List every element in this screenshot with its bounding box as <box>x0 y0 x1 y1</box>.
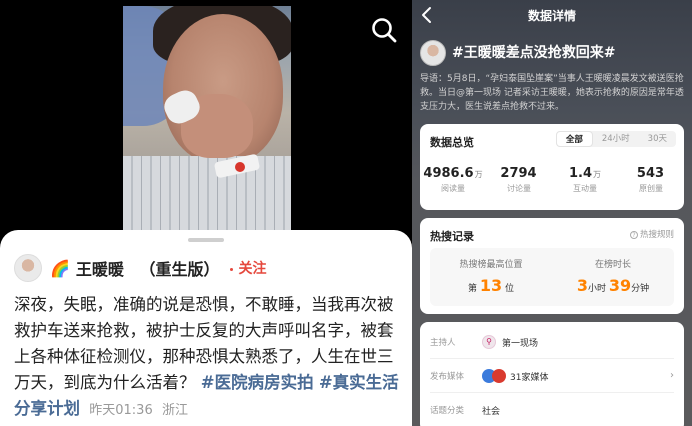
host-value-wrap[interactable]: ⚲ 第一现场 <box>482 335 538 349</box>
post-video[interactable] <box>123 6 291 244</box>
media-row[interactable]: 发布媒体 31家媒体 <box>430 366 548 386</box>
topic-header: 数据详情 <box>412 0 692 30</box>
peak-suffix: 位 <box>505 284 515 294</box>
peak-position: 热搜榜最高位置 第 13 位 <box>430 248 552 306</box>
follow-button[interactable]: 关注 <box>229 258 267 278</box>
duration-hours-unit: 小时 <box>587 284 606 294</box>
stat-interactions-value: 1.4 <box>568 166 593 181</box>
hot-search-panel: 热搜记录 ? 热搜规则 热搜榜最高位置 第 13 位 在榜时长 3小时 39分钟 <box>420 218 684 314</box>
post-card: 🌈 王暖暖 （重生版） 关注 深夜，失眠，准确的说是恐惧，不敢睡，当我再次被救护… <box>0 230 412 426</box>
avatar[interactable] <box>14 254 42 282</box>
stat-originals-value: 543 <box>636 166 665 181</box>
author-row: 🌈 王暖暖 （重生版） 关注 <box>14 254 267 282</box>
topic-avatar <box>420 40 446 66</box>
post-view: 🌈 王暖暖 （重生版） 关注 深夜，失眠，准确的说是恐惧，不敢睡，当我再次被救护… <box>0 0 412 426</box>
overview-title: 数据总览 <box>430 136 474 149</box>
topic-data-view: 数据详情 #王暖暖差点没抢救回来# 导语：5月8日，“孕妇泰国坠崖案”当事人王暖… <box>412 0 692 426</box>
on-list-duration: 在榜时长 3小时 39分钟 <box>552 248 674 306</box>
duration-label: 在榜时长 <box>594 260 631 270</box>
drag-handle[interactable] <box>188 238 224 242</box>
hot-search-rule-link[interactable]: ? 热搜规则 <box>629 228 674 240</box>
duration-hours: 3 <box>576 276 588 295</box>
stat-originals-label: 原创量 <box>639 184 663 193</box>
host-key: 主持人 <box>430 338 456 348</box>
stat-reads-unit: 万 <box>474 170 483 179</box>
stats-row: 4986.6万 阅读量 2794 讨论量 1.4万 互动量 543 原创量 <box>420 166 684 194</box>
stat-interactions: 1.4万 互动量 <box>552 166 618 194</box>
follow-label: 关注 <box>238 261 267 277</box>
host-value: 第一现场 <box>502 338 539 349</box>
duration-minutes: 39 <box>608 276 632 295</box>
rule-label: 热搜规则 <box>639 230 674 240</box>
search-icon[interactable] <box>370 16 398 44</box>
overview-panel: 数据总览 全部 24小时 30天 4986.6万 阅读量 2794 讨论量 1.… <box>420 124 684 210</box>
author-edition: （重生版） <box>139 260 220 279</box>
stat-reads-value: 4986.6 <box>423 166 474 181</box>
question-icon: ? <box>629 231 638 239</box>
author-name-text: 王暖暖 <box>75 260 124 279</box>
category-row: 话题分类 社会 <box>430 400 500 420</box>
peak-prefix: 第 <box>467 284 477 294</box>
media-logo-icon <box>492 369 506 383</box>
tab-all[interactable]: 全部 <box>555 131 593 147</box>
peak-label: 热搜榜最高位置 <box>459 260 523 270</box>
stat-discussions-label: 讨论量 <box>507 184 531 193</box>
hot-search-stats: 热搜榜最高位置 第 13 位 在榜时长 3小时 39分钟 <box>430 248 674 306</box>
divider <box>430 358 674 359</box>
topic-title: #王暖暖差点没抢救回来# <box>452 45 616 61</box>
duration-minutes-unit: 分钟 <box>631 284 650 294</box>
category-value: 社会 <box>482 406 501 417</box>
post-text: 深夜，失眠，准确的说是恐惧，不敢睡，当我再次被救护车送来抢救，被护士反复的大声呼… <box>14 292 402 424</box>
page-title: 数据详情 <box>527 9 576 23</box>
stat-interactions-label: 互动量 <box>573 184 597 193</box>
tab-30d[interactable]: 30天 <box>639 131 676 147</box>
stat-discussions: 2794 讨论量 <box>486 166 552 194</box>
topic-guide: 导语：5月8日，“孕妇泰国坠崖案”当事人王暖暖凌晨发文被送医抢救。当日@第一现场… <box>420 74 684 112</box>
hot-search-title: 热搜记录 <box>430 230 474 243</box>
stat-discussions-value: 2794 <box>500 166 537 181</box>
hashtag-link[interactable]: #医院病房实拍 <box>201 373 314 392</box>
stat-reads: 4986.6万 阅读量 <box>420 166 486 194</box>
peak-value: 13 <box>479 276 503 295</box>
host-row: 主持人 ⚲ 第一现场 <box>430 332 538 352</box>
topic-info-panel: 主持人 ⚲ 第一现场 发布媒体 31家媒体 › 话题分类 社会 <box>420 322 684 426</box>
post-location: 浙江 <box>161 403 188 418</box>
author-name[interactable]: 王暖暖 （重生版） <box>76 256 220 280</box>
rainbow-emoji: 🌈 <box>50 258 70 278</box>
media-value-wrap: 31家媒体 <box>482 369 548 383</box>
chevron-right-icon[interactable]: › <box>670 370 674 381</box>
tab-24h[interactable]: 24小时 <box>593 131 639 147</box>
post-time: 昨天01:36 <box>89 403 153 418</box>
category-key: 话题分类 <box>430 406 465 416</box>
stat-interactions-unit: 万 <box>593 170 602 179</box>
video-wristband-dot <box>235 162 245 172</box>
media-key: 发布媒体 <box>430 372 465 382</box>
follow-dot <box>229 267 233 271</box>
stat-originals: 543 原创量 <box>618 166 684 194</box>
host-icon: ⚲ <box>482 335 496 349</box>
media-value: 31家媒体 <box>510 372 549 383</box>
divider <box>430 392 674 393</box>
stat-reads-label: 阅读量 <box>441 184 465 193</box>
time-range-tabs: 全部 24小时 30天 <box>555 131 676 147</box>
